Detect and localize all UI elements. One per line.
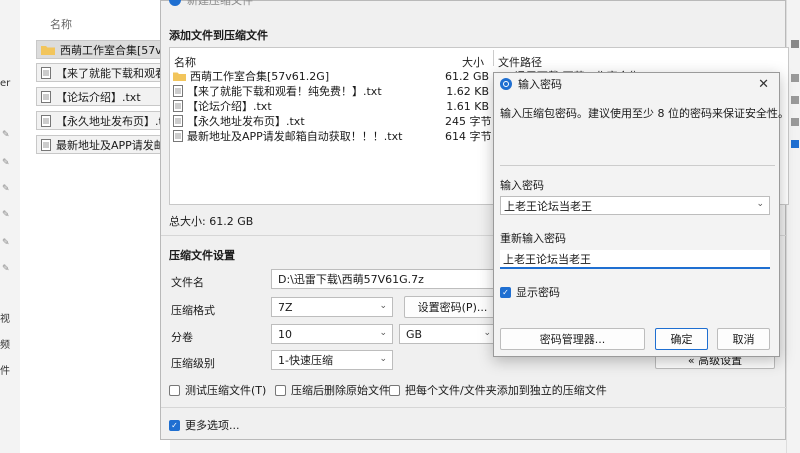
- dialog-title: 新建压缩文件: [187, 0, 253, 7]
- volume-unit-select[interactable]: GB ⌄: [399, 324, 497, 344]
- confirm-password-input[interactable]: 上老王论坛当老王: [500, 250, 770, 269]
- folder-icon: [41, 46, 55, 55]
- text-file-icon: [173, 100, 183, 112]
- file-size: 614 字节: [445, 130, 492, 143]
- total-size-text: 总大小: 61.2 GB: [169, 215, 254, 228]
- volume-label: 分卷: [171, 331, 193, 344]
- format-label: 压缩格式: [171, 304, 215, 317]
- chevron-down-icon: ⌄: [379, 301, 387, 311]
- filename-label: 文件名: [171, 276, 204, 289]
- dialog-titlebar[interactable]: 输入密码: [494, 73, 779, 95]
- password-manager-button[interactable]: 密码管理器...: [500, 328, 645, 350]
- list-item-label: 【永久地址发布页】.txt: [56, 114, 174, 128]
- confirm-password-label: 重新输入密码: [500, 232, 566, 245]
- pin-icon: ✎: [2, 238, 10, 248]
- list-item-label: 【论坛介绍】.txt: [56, 90, 141, 104]
- level-value: 1-快速压缩: [278, 354, 333, 367]
- format-select[interactable]: 7Z ⌄: [271, 297, 393, 317]
- text-file-icon: [173, 130, 183, 142]
- app-logo-icon: [169, 0, 181, 6]
- column-header-name[interactable]: 名称: [50, 16, 72, 32]
- divider: [161, 407, 787, 408]
- show-password-checkbox[interactable]: ✓ 显示密码: [500, 284, 560, 300]
- format-value: 7Z: [278, 300, 293, 314]
- file-size: 1.62 KB: [446, 84, 489, 98]
- column-divider[interactable]: [493, 50, 494, 66]
- separate-archives-checkbox[interactable]: 把每个文件/文件夹添加到独立的压缩文件: [389, 382, 607, 398]
- folder-icon: [173, 72, 186, 81]
- checkbox-label: 更多选项...: [185, 419, 240, 432]
- nav-item-label[interactable]: er: [0, 78, 14, 89]
- checkbox-label: 测试压缩文件(T): [185, 384, 267, 397]
- dialog-titlebar: 新建压缩文件: [161, 0, 253, 7]
- nav-item-label[interactable]: 件: [0, 362, 14, 377]
- pin-icon: ✎: [2, 158, 10, 168]
- checkmark-icon: ✓: [169, 419, 180, 431]
- chevron-down-icon: ⌄: [379, 354, 387, 364]
- ok-button[interactable]: 确定: [655, 328, 708, 350]
- volume-value: 10: [278, 327, 292, 341]
- pin-icon: ✎: [2, 184, 10, 194]
- pin-icon: ✎: [2, 210, 10, 220]
- password-value: 上老王论坛当老王: [504, 199, 592, 213]
- file-name: 【论坛介绍】.txt: [187, 100, 272, 113]
- chevron-down-icon: ⌄: [379, 328, 387, 338]
- text-file-icon: [41, 66, 51, 79]
- file-name: 最新地址及APP请发邮箱自动获取！！！.txt: [187, 130, 403, 143]
- volume-unit-value: GB: [406, 327, 423, 341]
- set-password-button[interactable]: 设置密码(P)...: [404, 296, 501, 318]
- file-name: 【来了就能下载和观看！纯免费！】.txt: [187, 85, 382, 98]
- file-name: 【永久地址发布页】.txt: [187, 115, 305, 128]
- checkbox-box: [169, 384, 180, 396]
- pin-icon: [791, 96, 799, 104]
- pin-icon: [791, 140, 799, 148]
- chevron-down-icon: ⌄: [483, 328, 491, 338]
- file-list-pane: 名称 西萌工作室合集[57v61.2G] 【来了就能下载和观看！纯免费！】.tx…: [20, 0, 181, 453]
- close-icon[interactable]: ✕: [758, 77, 769, 92]
- confirm-password-value: 上老王论坛当老王: [503, 252, 591, 266]
- more-options-checkbox[interactable]: ✓ 更多选项...: [169, 417, 240, 433]
- pin-icon: [791, 74, 799, 82]
- file-size: 1.61 KB: [446, 99, 489, 113]
- divider: [500, 165, 775, 166]
- level-label: 压缩级别: [171, 357, 215, 370]
- password-label: 输入密码: [500, 179, 544, 192]
- password-dialog: 输入密码 ✕ 输入压缩包密码。建议使用至少 8 位的密码来保证安全性。 输入密码…: [493, 72, 789, 357]
- checkbox-label: 显示密码: [516, 286, 560, 299]
- cancel-button[interactable]: 取消: [717, 328, 770, 350]
- checkbox-label: 把每个文件/文件夹添加到独立的压缩文件: [405, 384, 607, 397]
- app-logo-icon: [500, 78, 512, 90]
- file-name: 西萌工作室合集[57v61.2G]: [190, 70, 330, 83]
- pin-icon: [791, 40, 799, 48]
- text-file-icon: [41, 114, 51, 127]
- pin-icon: ✎: [2, 264, 10, 274]
- level-select[interactable]: 1-快速压缩 ⌄: [271, 350, 393, 370]
- password-input[interactable]: 上老王论坛当老王 ⌄: [500, 196, 770, 215]
- test-archive-checkbox[interactable]: 测试压缩文件(T): [169, 382, 266, 398]
- checkbox-box: [389, 384, 400, 396]
- password-description: 输入压缩包密码。建议使用至少 8 位的密码来保证安全性。: [500, 107, 789, 120]
- settings-section-title: 压缩文件设置: [169, 249, 235, 262]
- checkbox-box: [275, 384, 286, 396]
- chevron-down-icon[interactable]: ⌄: [756, 199, 764, 209]
- file-size: 245 字节: [445, 115, 492, 128]
- add-files-section-title: 添加文件到压缩文件: [169, 29, 268, 42]
- navigation-pane: er ✎ ✎ ✎ ✎ ✎ ✎ 视 频 件: [0, 0, 20, 453]
- nav-item-label[interactable]: 视: [0, 310, 14, 325]
- pin-icon: [791, 118, 799, 126]
- nav-item-label[interactable]: 频: [0, 336, 14, 351]
- text-file-icon: [41, 90, 51, 103]
- checkbox-label: 压缩后删除原始文件: [291, 384, 390, 397]
- volume-size-select[interactable]: 10 ⌄: [271, 324, 393, 344]
- pin-icon: ✎: [2, 130, 10, 140]
- text-file-icon: [173, 85, 183, 97]
- dialog-title: 输入密码: [518, 78, 562, 91]
- text-file-icon: [173, 115, 183, 127]
- delete-original-checkbox[interactable]: 压缩后删除原始文件: [275, 382, 390, 398]
- checkmark-icon: ✓: [500, 286, 511, 298]
- filename-value: D:\迅雷下载\西萌57V61G.7z: [278, 273, 424, 286]
- text-file-icon: [41, 138, 51, 151]
- file-size: 61.2 GB: [445, 69, 490, 83]
